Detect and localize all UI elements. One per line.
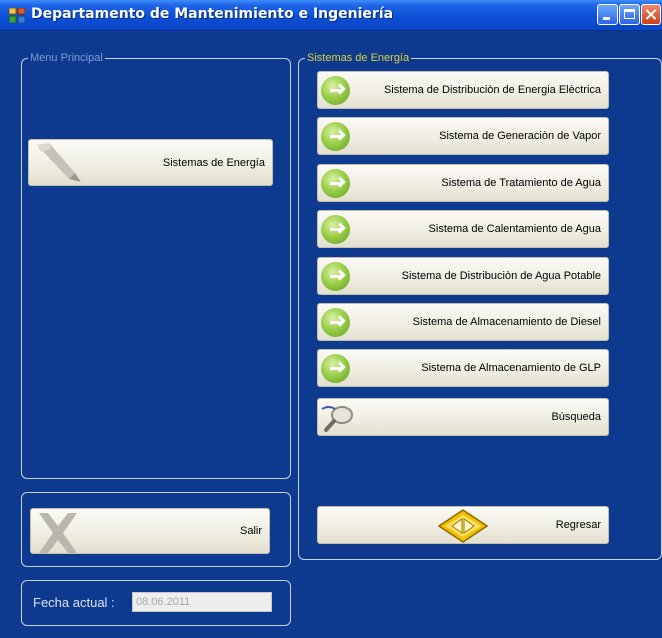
salir-label: Salir (239, 525, 262, 537)
sistemas-energia-button[interactable]: Sistemas de Energía (28, 139, 273, 186)
busqueda-button[interactable]: Búsqueda (317, 398, 609, 436)
system-label-3: Sistema de Calentamiento de Agua (428, 223, 601, 235)
close-button[interactable] (641, 4, 661, 25)
sistemas-energia-label: Sistemas de Energía (162, 156, 265, 169)
green-arrow-icon (321, 215, 350, 244)
menu-principal-group: Menu Principal (21, 51, 291, 479)
green-arrow-icon (321, 354, 350, 383)
system-button-4[interactable]: Sistema de Distribuciòn de Agua Potable (317, 257, 609, 295)
system-button-3[interactable]: Sistema de Calentamiento de Agua (317, 210, 609, 248)
app-icon (9, 8, 25, 23)
system-label-0: Sistema de Distribuciòn de Energia Elèct… (383, 84, 601, 96)
regresar-label: Regresar (555, 519, 601, 531)
salir-button[interactable]: Salir (30, 508, 270, 554)
system-label-2: Sistema de Tratamiento de Agua (441, 177, 601, 189)
system-label-4: Sistema de Distribuciòn de Agua Potable (401, 270, 601, 282)
regresar-button[interactable]: Regresar (317, 506, 609, 544)
menu-principal-legend: Menu Principal (28, 51, 105, 65)
system-label-1: Sistema de Generaciòn de Vapor (439, 130, 601, 142)
system-button-1[interactable]: Sistema de Generaciòn de Vapor (317, 117, 609, 155)
system-label-6: Sistema de Almacenamiento de GLP (421, 362, 601, 374)
green-arrow-icon (321, 122, 350, 151)
maximize-button[interactable] (619, 4, 640, 25)
pencil-icon (37, 143, 81, 182)
green-arrow-icon (321, 308, 350, 337)
back-arrows-icon (438, 509, 488, 543)
green-arrow-icon (321, 262, 350, 291)
x-icon (39, 513, 77, 553)
busqueda-label: Búsqueda (551, 411, 601, 423)
system-label-5: Sistema de Almacenamiento de Diesel (412, 316, 601, 328)
green-arrow-icon (321, 76, 350, 105)
system-button-0[interactable]: Sistema de Distribuciòn de Energia Elèct… (317, 71, 609, 109)
window-title: Departamento de Mantenimiento e Ingenier… (31, 6, 394, 22)
system-button-2[interactable]: Sistema de Tratamiento de Agua (317, 164, 609, 202)
fecha-label: Fecha actual : (33, 595, 115, 610)
fecha-input[interactable] (132, 592, 272, 612)
magnifier-icon (321, 406, 353, 432)
title-bar[interactable]: Departamento de Mantenimiento e Ingenier… (0, 0, 662, 31)
system-button-5[interactable]: Sistema de Almacenamiento de Diesel (317, 303, 609, 341)
sistemas-energia-legend: Sistemas de Energía (305, 51, 412, 65)
system-button-6[interactable]: Sistema de Almacenamiento de GLP (317, 349, 609, 387)
minimize-button[interactable] (597, 4, 618, 25)
green-arrow-icon (321, 169, 350, 198)
